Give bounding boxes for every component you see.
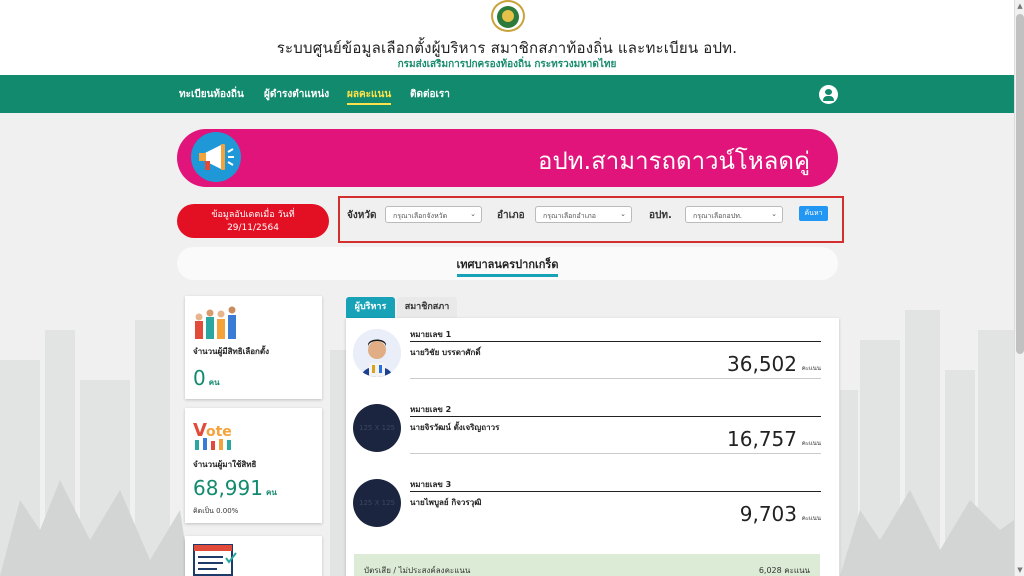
stat-card-eligible: จำนวนผู้มีสิทธิเลือกตั้ง 0 คน (185, 296, 322, 399)
eligible-value-wrap: 0 คน (193, 366, 220, 390)
nav-item-officeholders[interactable]: ผู้ดำรงตำแหน่ง (264, 87, 329, 102)
candidate-name: นายวิชัย บรรดาศักดิ์ (410, 348, 481, 357)
province-label: จังหวัด (347, 210, 377, 221)
invalid-ballots-label: บัตรเสีย / ไม่ประสงค์ลงคะแนน (364, 566, 471, 575)
candidate-votes-unit: คะแนน (801, 365, 821, 372)
ballot-form-icon (193, 544, 237, 576)
province-select-value: กรุณาเลือกจังหวัด (393, 212, 448, 220)
nav-item-results[interactable]: ผลคะแนน (347, 87, 392, 105)
update-date: 29/11/2564 (227, 223, 279, 233)
municipality-name: เทศบาลนครปากเกร็ด (456, 258, 559, 277)
announcement-banner[interactable]: อปท.สามารถดาวน์โหลดคู่ (177, 129, 838, 187)
candidate-votes-unit: คะแนน (801, 440, 821, 447)
voted-unit: คน (265, 488, 277, 497)
candidate-number: หมายเลข 2 (410, 405, 452, 414)
invalid-ballots-bar: บัตรเสีย / ไม่ประสงค์ลงคะแนน 6,028 คะแนน (354, 554, 820, 576)
scroll-down-arrow-icon[interactable]: ▼ (1016, 566, 1024, 574)
candidate-photo (353, 329, 401, 377)
lao-label: อปท. (649, 210, 672, 221)
scrollbar-thumb[interactable] (1016, 14, 1024, 354)
candidate-row: 125 X 125 หมายเลข 2 นายจิรวัฒน์ ตั้งเจริ… (353, 403, 821, 468)
district-select-value: กรุณาเลือกอำเภอ (543, 212, 596, 220)
page-scrollbar[interactable]: ▲ ▼ (1014, 0, 1024, 576)
main-nav: ทะเบียนท้องถิ่น ผู้ดำรงตำแหน่ง ผลคะแนน ต… (0, 75, 1014, 113)
megaphone-icon (191, 132, 241, 182)
voted-title: จำนวนผู้มาใช้สิทธิ (193, 460, 257, 469)
chevron-down-icon: ⌄ (470, 210, 476, 218)
tab-council[interactable]: สมาชิกสภา (397, 297, 457, 318)
search-filter-panel: จังหวัด กรุณาเลือกจังหวัด ⌄ อำเภอ กรุณาเ… (338, 196, 844, 243)
lao-select[interactable]: กรุณาเลือกอปท. ⌄ (685, 206, 783, 223)
municipality-title-wrap: เทศบาลนครปากเกร็ด (177, 255, 838, 277)
candidate-name: นายจิรวัฒน์ ตั้งเจริญถาวร (410, 423, 500, 432)
divider (410, 416, 821, 417)
eligible-title: จำนวนผู้มีสิทธิเลือกตั้ง (193, 347, 269, 356)
vote-icon: V ote (193, 420, 232, 450)
eligible-value: 0 (193, 366, 206, 390)
candidate-votes-unit: คะแนน (801, 515, 821, 522)
voted-value: 68,991 (193, 476, 263, 500)
divider (410, 378, 821, 379)
chevron-down-icon: ⌄ (620, 210, 626, 218)
update-date-badge: ข้อมูลอัปเดตเมื่อ วันที่ 29/11/2564 (177, 204, 329, 238)
site-subtitle: กรมส่งเสริมการปกครองท้องถิ่น กระทรวงมหาด… (397, 59, 617, 70)
candidate-votes: 9,703 (739, 502, 797, 526)
stat-card-voted: V ote จำนวนผู้มาใช้สิทธิ 68,991 คน คิดเป็… (185, 408, 322, 523)
page: ระบบศูนย์ข้อมูลเลือกตั้งผู้บริหาร สมาชิก… (0, 0, 1014, 576)
banner-text: อปท.สามารถดาวน์โหลดคู่ (538, 147, 810, 175)
candidate-votes: 16,757 (727, 427, 797, 451)
update-label: ข้อมูลอัปเดตเมื่อ วันที่ (211, 210, 295, 220)
candidate-row: 125 X 125 หมายเลข 3 นายไพบูลย์ กิจวรวุฒิ… (353, 478, 821, 543)
candidate-number: หมายเลข 1 (410, 330, 452, 339)
invalid-ballots-value: 6,028 คะแนน (758, 566, 810, 575)
district-label: อำเภอ (497, 210, 525, 221)
stat-card-ballots (185, 536, 322, 576)
candidate-row: หมายเลข 1 นายวิชัย บรรดาศักดิ์ 36,502 คะ… (353, 328, 821, 393)
results-panel: หมายเลข 1 นายวิชัย บรรดาศักดิ์ 36,502 คะ… (346, 318, 839, 576)
raised-hands-icon (195, 306, 236, 339)
lao-select-value: กรุณาเลือกอปท. (693, 212, 743, 220)
voted-percent: คิดเป็น 0.00% (193, 507, 239, 515)
chevron-down-icon: ⌄ (771, 210, 777, 218)
candidate-name: นายไพบูลย์ กิจวรวุฒิ (410, 498, 482, 507)
province-select[interactable]: กรุณาเลือกจังหวัด ⌄ (385, 206, 482, 223)
candidate-photo-placeholder: 125 X 125 (353, 479, 401, 527)
candidate-photo-placeholder: 125 X 125 (353, 404, 401, 452)
divider (410, 341, 821, 342)
tab-executive[interactable]: ผู้บริหาร (346, 297, 395, 318)
municipality-bar: เทศบาลนครปากเกร็ด (177, 247, 838, 280)
candidate-number: หมายเลข 3 (410, 480, 452, 489)
svg-text:ote: ote (206, 424, 232, 440)
nav-item-local-registry[interactable]: ทะเบียนท้องถิ่น (179, 87, 244, 102)
voted-value-wrap: 68,991 คน (193, 476, 277, 500)
eligible-unit: คน (208, 378, 220, 387)
district-select[interactable]: กรุณาเลือกอำเภอ ⌄ (535, 206, 632, 223)
candidate-votes: 36,502 (727, 352, 797, 376)
divider (410, 453, 821, 454)
divider (410, 491, 821, 492)
nav-item-contact[interactable]: ติดต่อเรา (410, 87, 450, 102)
scroll-up-arrow-icon[interactable]: ▲ (1016, 2, 1024, 10)
dla-logo[interactable] (491, 0, 525, 32)
search-button[interactable]: ค้นหา (799, 206, 828, 221)
user-icon[interactable] (819, 85, 838, 104)
svg-text:V: V (193, 420, 207, 441)
site-header: ระบบศูนย์ข้อมูลเลือกตั้งผู้บริหาร สมาชิก… (0, 0, 1014, 75)
